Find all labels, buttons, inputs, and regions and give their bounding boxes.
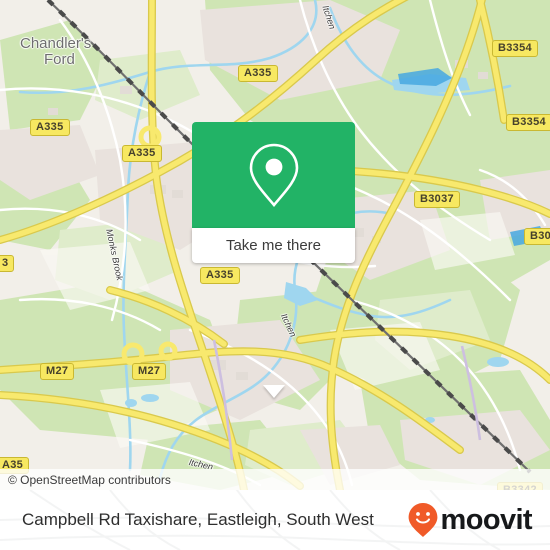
road-shield: B3354 bbox=[506, 114, 550, 131]
road-shield: M27 bbox=[40, 363, 75, 380]
footer-bar: Campbell Rd Taxishare, Eastleigh, South … bbox=[0, 490, 550, 550]
place-label-chandlers: Chandler's bbox=[20, 35, 92, 52]
road-shield: A335 bbox=[30, 119, 70, 136]
location-popup[interactable]: Take me there bbox=[192, 122, 355, 398]
road-shield: A335 bbox=[122, 145, 162, 162]
road-shield: B3354 bbox=[492, 40, 538, 57]
road-shield: M27 bbox=[132, 363, 167, 380]
take-me-there-button[interactable]: Take me there bbox=[192, 228, 355, 263]
road-shield: B3037 bbox=[414, 191, 460, 208]
road-shield: A335 bbox=[238, 65, 278, 82]
popup-pointer bbox=[262, 385, 285, 398]
attribution-text: © OpenStreetMap contributors bbox=[8, 472, 171, 487]
road-shield: 3 bbox=[0, 255, 15, 272]
popup-icon-panel bbox=[192, 122, 355, 228]
moovit-wordmark: moovit bbox=[440, 503, 533, 536]
map-attribution-bar: © OpenStreetMap contributors bbox=[0, 469, 550, 490]
location-pin-icon bbox=[249, 143, 298, 208]
moovit-smiley-pin-icon bbox=[408, 503, 437, 537]
moovit-logo[interactable]: moovit bbox=[408, 503, 550, 537]
location-title: Campbell Rd Taxishare, Eastleigh, South … bbox=[22, 510, 374, 529]
map-screenshot: A335 A335 A335 A335 B3354 B3354 B3037 B3… bbox=[0, 0, 550, 550]
place-label-ford: Ford bbox=[44, 51, 75, 68]
road-shield: B30 bbox=[524, 228, 550, 245]
road-shield: A335 bbox=[200, 267, 240, 284]
map-canvas[interactable]: A335 A335 A335 A335 B3354 B3354 B3037 B3… bbox=[0, 0, 550, 490]
take-me-there-label: Take me there bbox=[225, 237, 322, 254]
